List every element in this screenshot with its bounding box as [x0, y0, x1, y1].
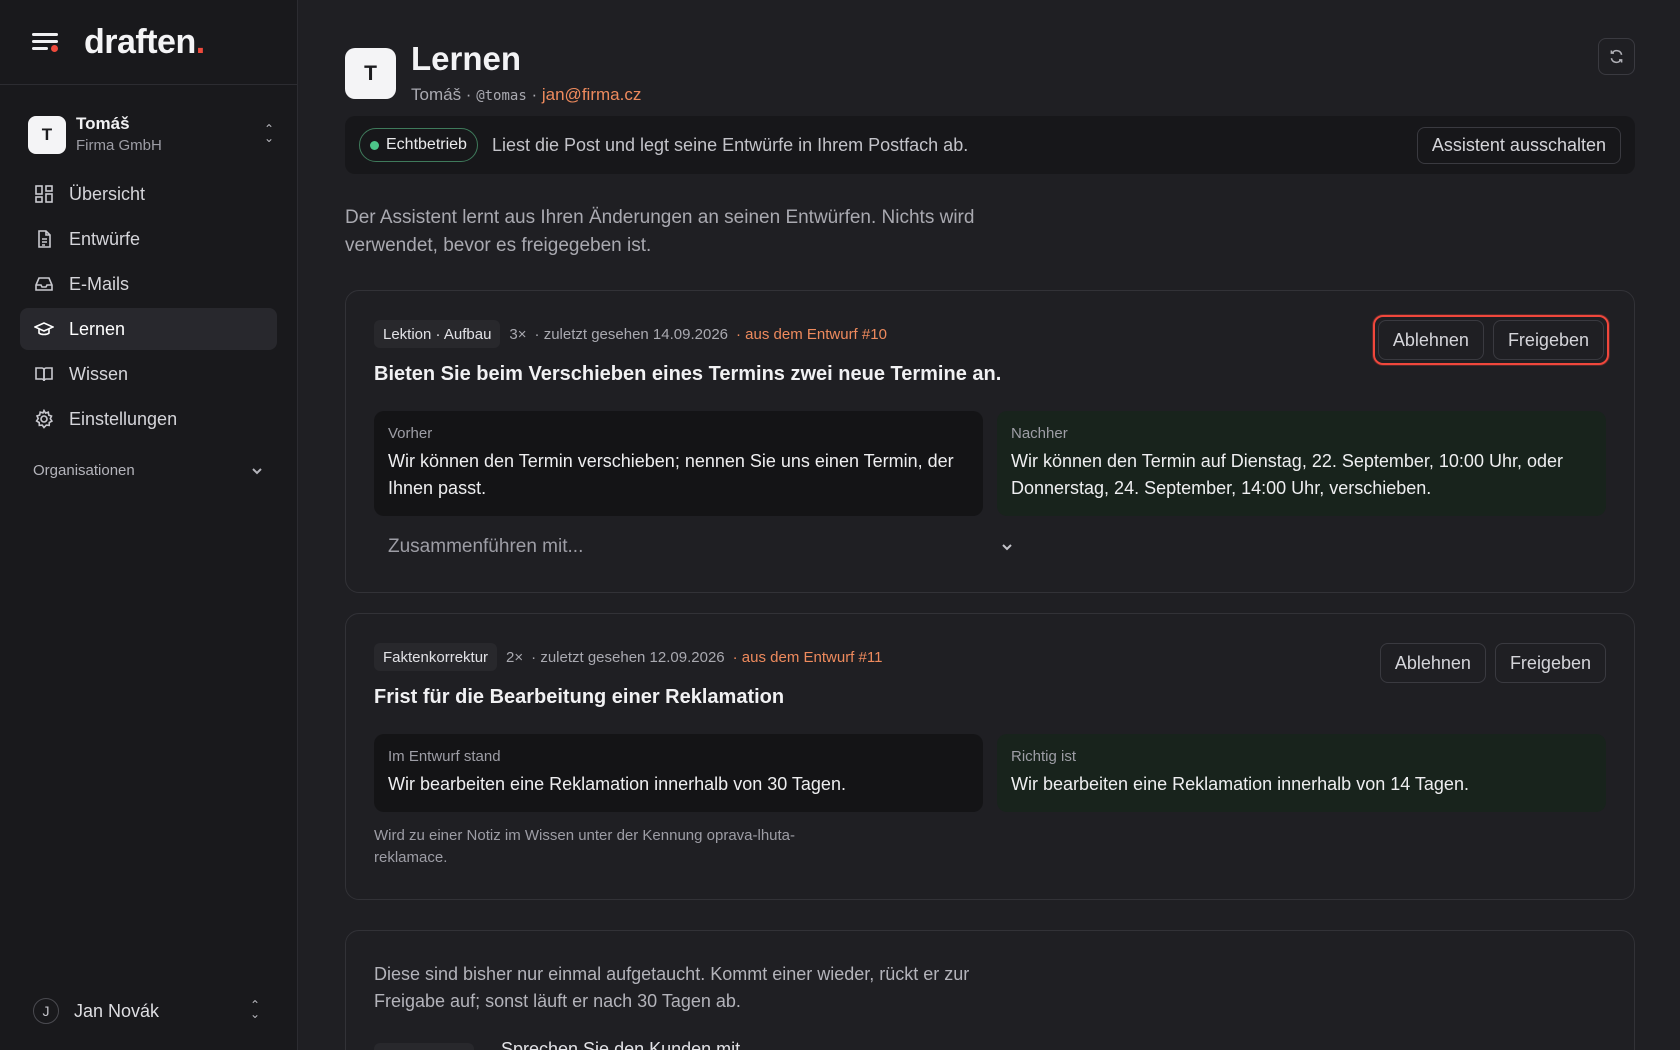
sidebar-item-emails[interactable]: E-Mails [20, 263, 277, 305]
live-dot-icon [370, 140, 379, 150]
sidebar-item-label: Einstellungen [69, 408, 178, 429]
approve-button[interactable]: Freigeben [1492, 320, 1604, 360]
sidebar-nav: Übersicht Entwürfe E-Mails Lernen Wissen… [0, 173, 297, 440]
before-text: Wir können den Termin verschieben; nenne… [388, 451, 954, 498]
book-icon [34, 364, 54, 384]
reject-button[interactable]: Ablehnen [1377, 320, 1484, 360]
disable-assistant-button[interactable]: Assistent ausschalten [1416, 126, 1621, 164]
sidebar-item-label: E-Mails [69, 273, 130, 294]
intro-text: Der Assistent lernt aus Ihren Änderungen… [345, 207, 975, 256]
chevron-up-down-icon: ⌃ ⌄ [249, 998, 261, 1021]
occurrence-count: 3× [509, 325, 527, 343]
org-company: Firma GmbH [76, 137, 162, 154]
main-content: T Lernen Tomáš · @tomas · jan@firma.cz E… [345, 0, 1635, 1050]
avatar: J [33, 998, 59, 1024]
page-header: T Lernen Tomáš · @tomas · jan@firma.cz [345, 0, 1635, 116]
avatar: T [345, 48, 396, 99]
lesson-title: Bieten Sie beim Verschieben eines Termin… [374, 363, 1002, 385]
sidebar-item-label: Wissen [69, 363, 129, 384]
pending-text: Diese sind bisher nur einmal aufgetaucht… [374, 964, 970, 1011]
lesson-type-tag [374, 1043, 474, 1050]
logo[interactable]: draften. [84, 23, 205, 62]
sidebar-item-label: Entwürfe [69, 228, 141, 249]
document-icon [34, 229, 54, 249]
grid-icon [34, 184, 54, 204]
last-seen: · zuletzt gesehen 12.09.2026 [531, 648, 725, 666]
after-box: Nachher Wir können den Termin auf Dienst… [997, 411, 1606, 516]
lesson-meta: Faktenkorrektur 2× · zuletzt gesehen 12.… [374, 643, 882, 671]
before-box: Vorher Wir können den Termin verschieben… [374, 411, 983, 516]
page-subtitle: Tomáš · @tomas · jan@firma.cz [411, 85, 642, 104]
sidebar-item-label: Übersicht [69, 183, 146, 204]
lesson-comparison: Im Entwurf stand Wir bearbeiten eine Rek… [374, 734, 1606, 812]
after-label: Nachher [1011, 425, 1068, 442]
user-name: Jan Novák [74, 1000, 160, 1021]
organizations-section[interactable]: Organisationen [33, 458, 263, 482]
approve-button[interactable]: Freigeben [1494, 643, 1606, 683]
sidebar-item-einstellungen[interactable]: Einstellungen [20, 398, 277, 440]
chevron-down-icon [1002, 544, 1012, 551]
after-text: Wir können den Termin auf Dienstag, 22. … [1011, 451, 1563, 498]
inbox-icon [34, 274, 54, 294]
after-label: Richtig ist [1011, 748, 1077, 765]
source-draft-link[interactable]: · aus dem Entwurf #11 [733, 649, 883, 666]
brand-bar: draften. [0, 0, 297, 85]
chevron-up-down-icon: ⌃ ⌄ [263, 122, 275, 145]
before-box: Im Entwurf stand Wir bearbeiten eine Rek… [374, 734, 983, 812]
lesson-type-tag: Faktenkorrektur [374, 643, 498, 671]
graduation-cap-icon [34, 319, 54, 339]
lesson-comparison: Vorher Wir können den Termin verschieben… [374, 411, 1606, 516]
reject-button[interactable]: Ablehnen [1379, 643, 1486, 683]
lesson-meta: Lektion · Aufbau 3× · zuletzt gesehen 14… [374, 320, 887, 348]
lesson-card: Faktenkorrektur 2× · zuletzt gesehen 12.… [345, 613, 1635, 900]
organizations-label: Organisationen [33, 461, 135, 479]
knowledge-note: Wird zu einer Notiz im Wissen unter der … [374, 827, 796, 866]
sidebar-item-wissen[interactable]: Wissen [20, 353, 277, 395]
lesson-title: Frist für die Bearbeitung einer Reklamat… [374, 686, 785, 708]
assistant-status-bar: Echtbetrieb Liest die Post und legt sein… [345, 116, 1635, 174]
user-handle: @tomas [476, 88, 527, 104]
after-text: Wir bearbeiten eine Reklamation innerhal… [1011, 774, 1469, 794]
after-box: Richtig ist Wir bearbeiten eine Reklamat… [997, 734, 1606, 812]
lesson-actions: Ablehnen Freigeben [1379, 643, 1606, 683]
pending-card: Diese sind bisher nur einmal aufgetaucht… [345, 930, 1635, 1050]
before-label: Im Entwurf stand [388, 748, 501, 765]
sidebar-item-uebersicht[interactable]: Übersicht [20, 173, 277, 215]
gear-icon [34, 409, 54, 429]
org-name: Tomáš [76, 114, 130, 133]
org-switcher[interactable]: T Tomáš Firma GmbH ⌃ ⌄ [28, 113, 277, 157]
status-badge: Echtbetrieb [359, 128, 478, 162]
sidebar-item-label: Lernen [69, 318, 126, 339]
before-label: Vorher [388, 425, 433, 442]
org-avatar: T [28, 116, 66, 154]
merge-placeholder: Zusammenführen mit... [388, 536, 584, 557]
pending-lesson-title: Sprechen Sie den Kunden mit [501, 1039, 741, 1050]
merge-select[interactable]: Zusammenführen mit... [374, 527, 1014, 567]
sidebar-item-lernen[interactable]: Lernen [20, 308, 277, 350]
lesson-card: Lektion · Aufbau 3× · zuletzt gesehen 14… [345, 290, 1635, 593]
lesson-actions: Ablehnen Freigeben [1372, 315, 1609, 365]
user-menu[interactable]: J Jan Novák ⌃ ⌄ [33, 996, 263, 1026]
last-seen: · zuletzt gesehen 14.09.2026 [534, 325, 729, 343]
page-title: Lernen [411, 40, 522, 77]
user-name: Tomáš [411, 85, 462, 104]
menu-icon[interactable] [32, 31, 60, 53]
sidebar-item-entwuerfe[interactable]: Entwürfe [20, 218, 277, 260]
user-email-link[interactable]: jan@firma.cz [542, 85, 641, 104]
before-text: Wir bearbeiten eine Reklamation innerhal… [388, 774, 846, 794]
source-draft-link[interactable]: · aus dem Entwurf #10 [736, 326, 887, 343]
refresh-icon [1610, 49, 1623, 64]
chevron-down-icon [251, 464, 263, 476]
sidebar: draften. T Tomáš Firma GmbH ⌃ ⌄ Übersicht… [0, 0, 298, 1050]
refresh-button[interactable] [1598, 38, 1635, 75]
occurrence-count: 2× [506, 648, 524, 666]
lesson-type-tag: Lektion · Aufbau [374, 320, 501, 348]
status-text: Liest die Post und legt seine Entwürfe i… [491, 134, 969, 155]
